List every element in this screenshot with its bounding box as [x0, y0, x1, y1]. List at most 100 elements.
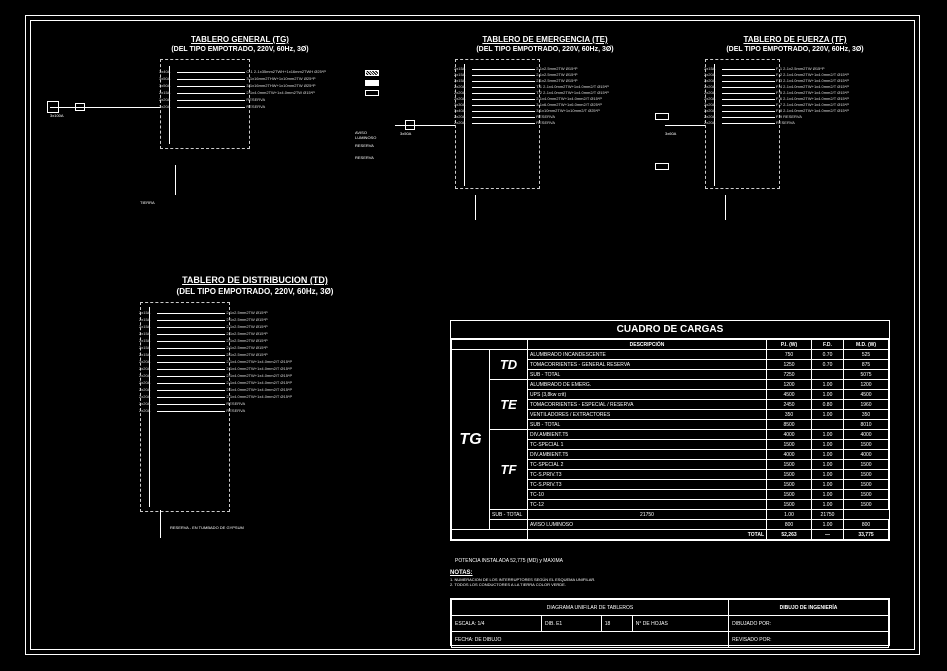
cell-d: SUB - TOTAL: [490, 510, 528, 520]
circuit-line: 2x20AF-3 2-1x4.0mm2TW+1x4.0mm2/T Ø15*P: [722, 81, 775, 82]
cell-md: 4000: [844, 450, 889, 460]
cell-pi: 7250: [767, 370, 812, 380]
circuit-line: 2x20AF-4 2-1x4.0mm2TW+1x4.0mm2/T Ø15*P: [722, 87, 775, 88]
tb-dibujado: DIBUJADO POR:: [729, 616, 889, 632]
circuit-description: 3-1x6.0mm2TW+1x6.0mm2/T Ø25*P: [536, 102, 602, 107]
circuit-line: 2x20AF-5 2-1x4.0mm2TW+1x4.0mm2/T Ø15*P: [722, 93, 775, 94]
cell-fd: 1.00: [812, 450, 844, 460]
circuit-line: 2x20A2-1x4.0mm2TW+1x4.0mm2/T Ø15*P: [157, 376, 225, 377]
circuit-description: RESERVA: [536, 120, 555, 125]
circuit-line: 2x20A2-1x4.0mm2TW+1x4.0mm2/T Ø15*P: [157, 383, 225, 384]
circuit-breaker-rating: 2x20A: [159, 104, 170, 109]
circuit-line: 2x20ARESERVA: [722, 123, 775, 124]
cell-d: TC-S.PRIV.T3: [528, 480, 767, 490]
legend-text-1: RESERVA: [355, 143, 374, 148]
circuit-line: 2x20A2-1x4.0mm2TW+1x4.0mm2/T Ø15*P: [157, 390, 225, 391]
circuit-line: 3x40AC-1 2-1x35mm2TWH+1x16mm2TWH Ø25*P: [177, 72, 245, 73]
circuit-description: F-5 2-1x4.0mm2TW+1x4.0mm2/T Ø15*P: [776, 90, 849, 95]
cell-md: 1500: [844, 440, 889, 450]
circuit-breaker-rating: 2x15A: [454, 72, 465, 77]
circuit-breaker-rating: 2x15A: [139, 310, 150, 315]
total-label: TOTAL: [528, 530, 767, 540]
cell-pi: 4500: [767, 390, 812, 400]
circuit-description: 2-1x2.5mm2TW Ø15*P: [226, 317, 267, 322]
circuit-breaker-rating: 2x20A: [704, 114, 715, 119]
cell-fd: 0.70: [812, 350, 844, 360]
cell-fd: 1.00: [812, 440, 844, 450]
tf-feeder-label: 3x60A: [665, 131, 676, 136]
cell-fd: 1.00: [812, 380, 844, 390]
cell-d: AVISO LUMINOSO: [528, 520, 767, 530]
circuit-description: RESERVA: [226, 408, 245, 413]
circuit-breaker-rating: 2x20A: [139, 359, 150, 364]
circuit-description: F-6 2-1x4.0mm2TW+1x4.0mm2/T Ø15*P: [776, 96, 849, 101]
circuit-line: 2x20ARESERVA: [472, 117, 535, 118]
legend-text-0: AVISO LUMINOSO: [355, 130, 376, 140]
th-md: M.D. (W): [844, 340, 889, 350]
circuit-breaker-rating: 3x50A: [159, 83, 170, 88]
circuit-line: 2x15A2-1x4.0mm2TW+1x4.0mm2TW Ø15*P: [177, 93, 245, 94]
cell-pi: 4000: [767, 450, 812, 460]
circuit-line: 2x15A2-1x2.5mm2TW Ø15*P: [157, 355, 225, 356]
th-fd: F.D.: [812, 340, 844, 350]
tb-num: 18: [601, 616, 632, 632]
cell-pi: 800: [767, 520, 812, 530]
circuit-description: F-3 2-1x4.0mm2TW+1x4.0mm2/T Ø15*P: [776, 78, 849, 83]
cell-md: 1500: [844, 480, 889, 490]
th-desc: DESCRIPCIÓN: [528, 340, 767, 350]
circuit-line: 3x50A3-1x16mm2THW+1x10mm2TW Ø25*P: [177, 79, 245, 80]
circuit-description: F-4 2-1x4.0mm2TW+1x4.0mm2/T Ø15*P: [776, 84, 849, 89]
circuit-line: 2x20AF-9 RESERVA: [722, 117, 775, 118]
circuit-breaker-rating: 2x20A: [704, 96, 715, 101]
circuit-breaker-rating: 2x20A: [139, 380, 150, 385]
circuit-line: 2x20AF-6 2-1x4.0mm2TW+1x4.0mm2/T Ø15*P: [722, 99, 775, 100]
circuit-breaker-rating: 3x40A: [159, 69, 170, 74]
circuit-description: 2-1x4.0mm2TW+1x4.0mm2TW Ø15*P: [246, 90, 315, 95]
circuit-line: 2x20ARESERVA: [157, 404, 225, 405]
notes-block: NOTAS: 1. NUMERACION DE LOS INTERRUPTORE…: [450, 570, 595, 587]
circuit-line: 2x15A2-1x2.5mm2TW Ø15*P: [157, 313, 225, 314]
cell-md: 350: [844, 410, 889, 420]
table-row: SUB - TOTAL217501.0021750: [452, 510, 889, 520]
circuit-line: 2x20A2-1x4.0mm2TW+1x4.0mm2/T Ø15*P: [157, 397, 225, 398]
tb-hojas: N° DE HOJAS: [632, 616, 728, 632]
circuit-description: F-1 2-1x2.5mm2TW Ø15*P: [776, 66, 824, 71]
cell-d: UPS (3,8kw crit): [528, 390, 767, 400]
tb-escala: ESCALA: 1/4: [452, 616, 542, 632]
notes-title: NOTAS:: [450, 570, 473, 576]
circuit-line: 3x50A3-1x16mm2THW+1x10mm2TW Ø25*P: [177, 86, 245, 87]
circuit-description: 2-1x2.5mm2TW Ø15*P: [536, 78, 577, 83]
table-row: AVISO LUMINOSO8001.00800: [452, 520, 889, 530]
circuit-line: 2x20A2-1x4.0mm2TW+1x4.0mm2/T Ø15*P: [157, 362, 225, 363]
circuit-description: RESERVA: [536, 114, 555, 119]
cell-fd: 0.70: [812, 360, 844, 370]
circuit-line: 2x20AT-2 2-1x4.0mm2TW+1x4.0mm2/T Ø15*P: [472, 93, 535, 94]
cell-md: 5075: [844, 370, 889, 380]
circuit-breaker-rating: 2x15A: [139, 345, 150, 350]
circuit-line: 2x20A2-1x4.0mm2TW+1x4.0mm2/T Ø15*P: [472, 99, 535, 100]
circuit-breaker-rating: 2x15A: [454, 66, 465, 71]
cell-fd: 1.00: [812, 460, 844, 470]
circuit-line: 2x15A2-1x2.5mm2TW Ø15*P: [472, 75, 535, 76]
cell-d: DIV.AMBIENT.T5: [528, 430, 767, 440]
circuit-breaker-rating: 2x20A: [139, 373, 150, 378]
table-row: TFDIV.AMBIENT.T540001.004000: [452, 430, 889, 440]
cell-d: ALUMBRADO INCANDESCENTE: [528, 350, 767, 360]
cell-pi: 1500: [767, 490, 812, 500]
circuit-breaker-rating: 2x20A: [139, 366, 150, 371]
circuit-breaker-rating: 2x15A: [139, 352, 150, 357]
panel-te: TABLERO DE EMERGENCIA (TE) (DEL TIPO EMP…: [420, 35, 670, 189]
cell-md: 1500: [844, 460, 889, 470]
circuit-line: 2x15A2-1x2.5mm2TW Ø15*P: [472, 69, 535, 70]
cell-pi: 350: [767, 410, 812, 420]
legend-empty-icon: [365, 90, 379, 96]
ground-label: TIERRA: [140, 200, 155, 205]
cell-fd: 1.00: [767, 510, 812, 520]
circuit-description: 2-1x4.0mm2TW+1x4.0mm2/T Ø15*P: [226, 366, 292, 371]
tg-title: TABLERO GENERAL (TG): [105, 35, 375, 44]
tg-sub: (DEL TIPO EMPOTRADO, 220V, 60Hz, 3Ø): [105, 46, 375, 53]
legend-text-2: RESERVA: [355, 155, 374, 160]
circuit-description: 3-1x16mm2THW+1x10mm2TW Ø25*P: [246, 76, 315, 81]
circuit-breaker-rating: 2x15A: [159, 90, 170, 95]
circuit-description: 2-1x2.5mm2TW Ø15*P: [226, 352, 267, 357]
